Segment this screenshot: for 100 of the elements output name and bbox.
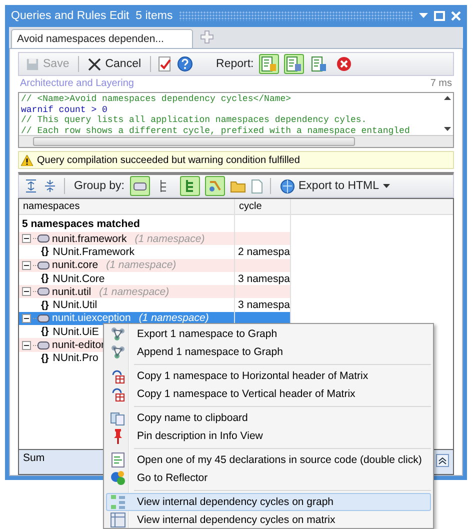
group-by-button[interactable] — [130, 176, 150, 196]
menu-item[interactable]: Copy 1 namespace to Vertical header of Matrix — [106, 385, 431, 403]
report-button[interactable] — [284, 54, 304, 74]
document-icon[interactable] — [250, 178, 262, 194]
namespace-icon — [33, 340, 50, 350]
dropdown-icon[interactable] — [419, 13, 428, 19]
expand-up-icon[interactable] — [436, 454, 449, 467]
collapse-icon[interactable] — [22, 287, 31, 296]
namespace-glyph: {} — [41, 326, 49, 338]
namespace-glyph: {} — [41, 273, 49, 284]
delete-icon — [336, 56, 352, 72]
scroll-up-icon[interactable] — [444, 96, 450, 100]
namespace-glyph: {} — [41, 300, 49, 311]
report-icon — [310, 56, 327, 72]
globe-icon — [280, 178, 294, 194]
item-count: (1 namespace) — [99, 286, 170, 298]
maximize-icon[interactable] — [434, 11, 445, 21]
namespace-icon — [33, 260, 50, 270]
x-icon — [88, 58, 102, 70]
menu-item[interactable]: View internal dependency cycles on graph — [106, 493, 431, 511]
item-count: (1 namespace) — [138, 312, 209, 324]
table-cell-text: 3 namespa — [237, 299, 290, 312]
cyclematrix-icon — [110, 512, 126, 528]
group-by-button[interactable] — [204, 176, 224, 196]
query-tab[interactable]: Avoid namespaces dependen... — [11, 29, 193, 48]
report-button[interactable] — [258, 54, 279, 74]
document-check-icon[interactable] — [158, 56, 172, 72]
report-button[interactable] — [308, 54, 329, 74]
folder-icon[interactable] — [230, 179, 246, 193]
caret-icon — [383, 184, 390, 188]
graph-icon — [110, 344, 126, 360]
code-line: // <Name>Avoid namespaces dependency cycles</Name> — [21, 94, 292, 104]
duration-label: 7 ms — [430, 78, 452, 89]
horizontal-scrollbar[interactable] — [19, 135, 453, 147]
export-html-button[interactable]: Export to HTML — [278, 178, 392, 194]
collapse-icon[interactable] — [22, 314, 31, 323]
tree-item[interactable]: NUnit.Util — [52, 299, 98, 312]
graph-icon — [208, 179, 222, 193]
code-line: // This query lists all application namespaces dependency cyles. — [21, 115, 368, 126]
code-editor[interactable] — [18, 92, 454, 148]
report-icon — [286, 56, 302, 72]
table-cell-text: 3 namespa — [237, 272, 290, 285]
tree-row[interactable]: nunit.core (1 namespace) — [19, 258, 291, 272]
help-icon[interactable] — [177, 56, 194, 72]
collapse-icon[interactable] — [22, 260, 31, 270]
code-line: warnif count > 0 — [21, 104, 108, 115]
group-by-label: Group by: — [74, 180, 124, 192]
tree-row[interactable]: nunit.util (1 namespace) — [19, 285, 291, 298]
item-count: (1 namespace) — [134, 232, 205, 245]
title-bar-grip[interactable] — [178, 11, 413, 21]
tree-item[interactable]: NUnit.UiE — [52, 326, 99, 338]
reflector-icon — [110, 470, 126, 486]
matrix-icon — [110, 368, 126, 384]
column-header[interactable]: namespaces — [19, 201, 235, 212]
matrix-icon — [110, 386, 126, 402]
match-count: 5 namespaces matched — [21, 218, 141, 230]
expand-all-icon[interactable] — [24, 179, 38, 193]
namespace-glyph: {} — [41, 352, 49, 364]
column-header[interactable]: cycle — [235, 201, 291, 212]
collapse-icon[interactable] — [22, 340, 31, 350]
collapse-icon[interactable] — [22, 234, 31, 244]
group-by-button[interactable] — [180, 176, 200, 196]
code-line: // Each row shows a different cycle, prefixed with a namespace entangled — [21, 126, 411, 136]
namespace-icon — [33, 287, 50, 296]
tree-item[interactable]: NUnit.Pro — [52, 352, 98, 364]
tree-item: nunit.core — [52, 259, 98, 272]
namespace-icon — [33, 234, 50, 244]
query-category: Architecture and Layering — [20, 78, 134, 89]
tree-row[interactable]: nunit.framework (1 namespace) — [19, 232, 291, 246]
status-message: Query compilation succeeded but warning condition fulfilled — [37, 154, 300, 166]
close-icon[interactable] — [451, 11, 461, 21]
graph-icon — [110, 326, 126, 342]
menu-item[interactable]: Copy name to clipboard — [106, 409, 431, 427]
menu-item[interactable]: Go to Reflector — [106, 469, 431, 487]
scroll-down-icon[interactable] — [444, 127, 450, 131]
warning-icon — [21, 154, 33, 166]
menu-item[interactable]: Pin description in Info View — [106, 427, 431, 445]
summary-label: Sum — [23, 452, 45, 466]
cancel-button[interactable]: Cancel — [86, 58, 144, 70]
namespace-glyph: {} — [41, 246, 49, 258]
tree-item: nunit.uiexception — [52, 312, 131, 324]
window-title: Queries and Rules Edit 5 items — [11, 10, 173, 22]
menu-item[interactable]: Open one of my 45 declarations in source code (double click) — [106, 451, 431, 469]
collapse-all-icon[interactable] — [43, 179, 57, 193]
menu-item[interactable]: Export 1 namespace to Graph — [106, 325, 431, 343]
source-icon — [110, 452, 126, 468]
item-count: (1 namespace) — [106, 259, 176, 272]
tree-item: nunit.framework — [52, 232, 127, 245]
menu-item[interactable]: Append 1 namespace to Graph — [106, 343, 431, 361]
report-label: Report: — [216, 58, 254, 70]
cyclegraph-icon — [110, 494, 126, 510]
tree-item[interactable]: NUnit.Framework — [52, 246, 134, 258]
namespace-icon — [33, 314, 50, 323]
report-icon — [260, 56, 277, 72]
table-cell-text: 2 namespa — [237, 246, 290, 258]
menu-item[interactable]: View internal dependency cycles on matrix — [106, 511, 431, 528]
tree-item[interactable]: NUnit.Core — [52, 272, 105, 285]
menu-item[interactable]: Copy 1 namespace to Horizontal header of Matrix — [106, 367, 431, 385]
tree-item: nunit-editor — [52, 339, 105, 352]
copy-icon — [110, 410, 126, 426]
